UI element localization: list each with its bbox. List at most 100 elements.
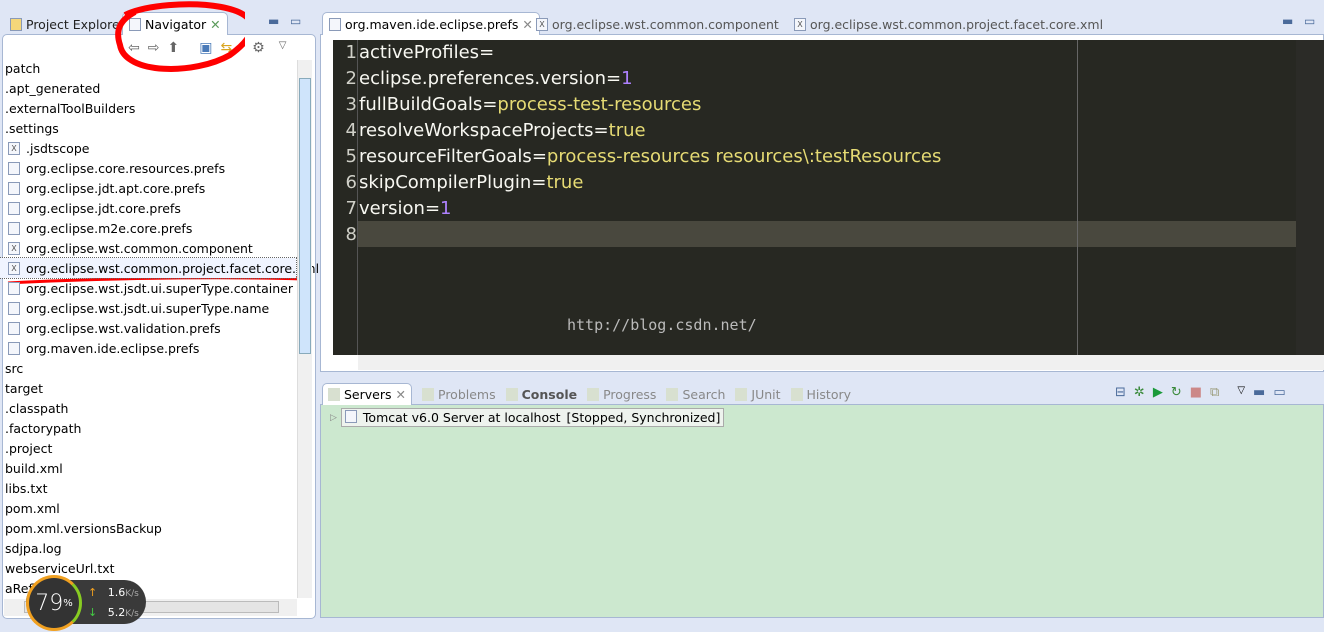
code-line: activeProfiles= xyxy=(359,42,495,63)
server-row[interactable]: ▷ Tomcat v6.0 Server at localhost [Stopp… xyxy=(330,408,725,427)
memory-gauge: 79% xyxy=(26,575,82,631)
gutter-separator xyxy=(357,40,358,355)
line-number: 2 xyxy=(345,68,357,89)
view-menu-icon[interactable]: ▽ xyxy=(279,40,287,56)
server-icon xyxy=(344,410,357,423)
servers-icon xyxy=(328,388,340,401)
tab-junit[interactable]: JUnit xyxy=(735,387,781,402)
project-explorer-icon xyxy=(10,17,22,31)
file-icon xyxy=(8,301,20,315)
console-icon xyxy=(505,387,518,401)
tree-item[interactable]: .apt_generated xyxy=(0,78,296,98)
tree-item[interactable]: libs.txt xyxy=(0,478,296,498)
servers-panel xyxy=(320,404,1324,618)
file-icon xyxy=(8,161,20,175)
tree-item[interactable]: org.eclipse.wst.validation.prefs xyxy=(0,318,296,338)
current-line-highlight xyxy=(358,221,1324,247)
code-line: skipCompilerPlugin=true xyxy=(359,172,584,193)
line-number: 8 xyxy=(345,224,357,245)
code-editor[interactable]: http://blog.csdn.net/ 1 activeProfiles= 2 e… xyxy=(333,40,1324,355)
file-icon xyxy=(8,321,20,335)
problems-icon xyxy=(422,387,434,401)
code-line: fullBuildGoals=process-test-resources xyxy=(359,94,702,115)
tree-item[interactable]: org.eclipse.wst.jsdt.ui.superType.name xyxy=(0,298,296,318)
vertical-scrollbar[interactable] xyxy=(297,60,312,598)
tree-item[interactable]: build.xml xyxy=(0,458,296,478)
file-icon xyxy=(8,201,20,215)
tab-history[interactable]: History xyxy=(790,387,851,402)
editor-maximize-button[interactable]: ▭ xyxy=(1304,14,1315,28)
tree-item[interactable]: Xorg.eclipse.wst.common.project.facet.co… xyxy=(0,257,319,279)
tree-item[interactable]: .settings xyxy=(0,118,296,138)
editor-tab-facet-core-xml[interactable]: X org.eclipse.wst.common.project.facet.c… xyxy=(788,12,1109,36)
tree-item[interactable]: org.eclipse.jdt.apt.core.prefs xyxy=(0,178,296,198)
file-icon xyxy=(8,341,20,355)
tree-item[interactable]: .classpath xyxy=(0,398,296,418)
filter-icon[interactable]: ⚙ xyxy=(252,40,265,56)
expand-arrow-icon[interactable]: ▷ xyxy=(330,413,337,423)
editor-tab-maven-prefs[interactable]: org.maven.ide.eclipse.prefs ✕ xyxy=(322,12,540,35)
tab-servers[interactable]: Servers ✕ xyxy=(322,383,412,405)
tree-item[interactable]: pom.xml xyxy=(0,498,296,518)
editor-minimize-button[interactable]: ▬ xyxy=(1282,14,1293,28)
tree-item[interactable]: pom.xml.versionsBackup xyxy=(0,518,296,538)
tab-console[interactable]: Console xyxy=(505,387,577,402)
tree-item[interactable]: Xorg.eclipse.wst.common.component xyxy=(0,238,296,258)
debug-icon[interactable]: ✲ xyxy=(1134,385,1145,400)
history-icon xyxy=(790,387,803,401)
xml-file-icon: X xyxy=(8,241,20,255)
tree-item[interactable]: org.eclipse.core.resources.prefs xyxy=(0,158,296,178)
tab-progress[interactable]: Progress xyxy=(587,387,656,402)
xml-file-icon: X xyxy=(8,141,20,155)
bottom-tabs: Servers ✕ Problems Console Progress Search JUn… xyxy=(322,382,851,406)
code-line: resourceFilterGoals=process-resources re… xyxy=(359,146,942,167)
profile-icon[interactable]: ↻ xyxy=(1171,385,1182,400)
publish-icon[interactable]: ⧉ xyxy=(1210,385,1219,400)
tree-item[interactable]: webserviceUrl.txt xyxy=(0,558,296,578)
code-line: resolveWorkspaceProjects=true xyxy=(359,120,646,141)
tree-item[interactable]: .factorypath xyxy=(0,418,296,438)
tree-item[interactable]: .externalToolBuilders xyxy=(0,98,296,118)
tree-item[interactable]: patch xyxy=(0,58,296,78)
xml-file-icon: X xyxy=(8,261,20,275)
file-icon xyxy=(8,281,20,295)
collapse-icon[interactable]: ⊟ xyxy=(1115,385,1126,400)
line-number: 6 xyxy=(345,172,357,193)
xml-file-icon: X xyxy=(794,17,806,31)
junit-icon xyxy=(735,387,748,401)
tree-item[interactable]: target xyxy=(0,378,296,398)
servers-toolbar: ⊟ ✲ ▶ ↻ ■ ⧉ ▽ ▬ ▭ xyxy=(1115,385,1286,400)
minimize-icon[interactable]: ▬ xyxy=(1253,385,1265,400)
editor-vertical-scrollbar[interactable] xyxy=(1296,40,1324,355)
stop-icon[interactable]: ■ xyxy=(1190,385,1202,400)
tree-item[interactable]: org.maven.ide.eclipse.prefs xyxy=(0,338,296,358)
tab-search[interactable]: Search xyxy=(666,387,725,402)
editor-tab-common-component[interactable]: X org.eclipse.wst.common.component xyxy=(530,12,785,36)
tree-item[interactable]: org.eclipse.wst.jsdt.ui.superType.contai… xyxy=(0,278,296,298)
start-icon[interactable]: ▶ xyxy=(1153,385,1163,400)
line-number: 5 xyxy=(345,146,357,167)
tree-item[interactable]: org.eclipse.jdt.core.prefs xyxy=(0,198,296,218)
line-number: 7 xyxy=(345,198,357,219)
download-speed: ↓ 5.2K/s xyxy=(88,606,139,619)
minimize-button[interactable]: ▬ xyxy=(268,14,279,28)
print-margin xyxy=(1077,40,1078,355)
tree-item[interactable]: src xyxy=(0,358,296,378)
tree-item[interactable]: .project xyxy=(0,438,296,458)
file-icon xyxy=(8,221,20,235)
tab-problems[interactable]: Problems xyxy=(422,387,496,402)
editor-horizontal-scrollbar[interactable] xyxy=(358,355,1324,370)
code-line: version=1 xyxy=(359,198,452,219)
upload-speed: ↑ 1.6K/s xyxy=(88,586,139,599)
tree-item[interactable]: X .jsdtscope xyxy=(0,138,296,158)
tree-item[interactable]: sdjpa.log xyxy=(0,538,296,558)
tree-item[interactable]: org.eclipse.m2e.core.prefs xyxy=(0,218,296,238)
line-number: 1 xyxy=(345,42,357,63)
view-menu-icon[interactable]: ▽ xyxy=(1237,385,1245,400)
close-icon[interactable]: ✕ xyxy=(396,387,406,402)
line-number: 4 xyxy=(345,120,357,141)
maximize-button[interactable]: ▭ xyxy=(290,14,301,28)
file-icon xyxy=(329,17,341,31)
maximize-icon[interactable]: ▭ xyxy=(1273,385,1285,400)
search-icon xyxy=(666,387,679,401)
